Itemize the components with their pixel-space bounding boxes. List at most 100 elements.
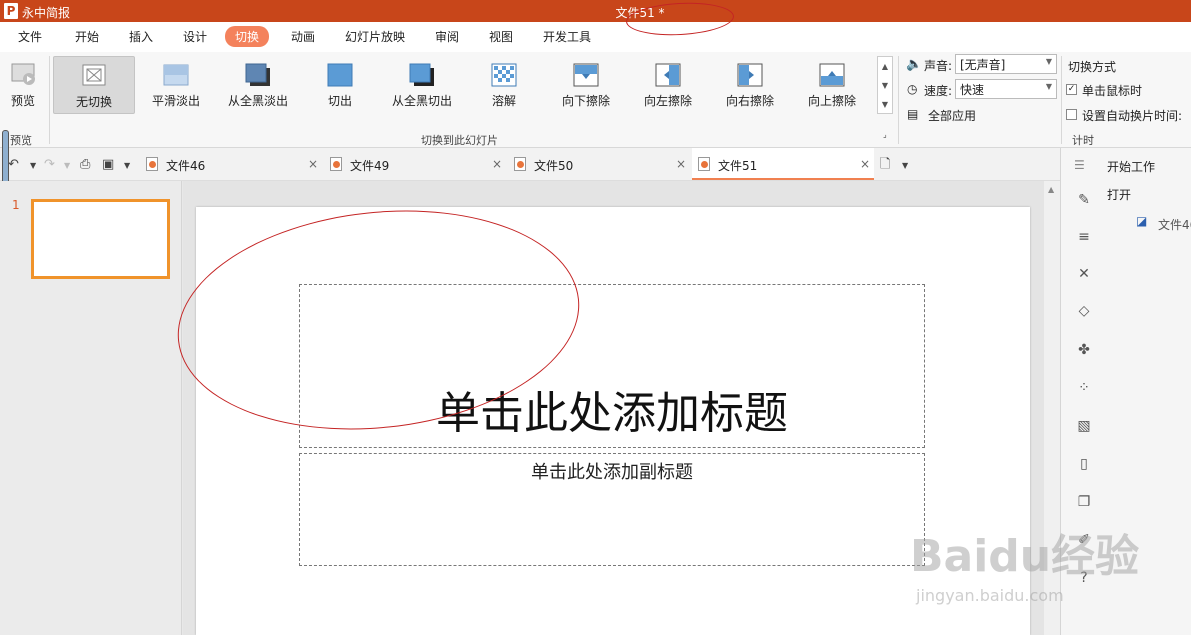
transition-wipe-left-label: 向左擦除	[643, 94, 692, 108]
dissolve-icon	[491, 63, 517, 87]
settings-sliders-icon[interactable]: ≡	[1076, 229, 1092, 245]
on-click-checkbox[interactable]: ✓	[1066, 84, 1077, 95]
subtitle-placeholder[interactable]: 单击此处添加副标题	[299, 453, 925, 566]
copy-icon[interactable]: ❐	[1076, 494, 1092, 510]
transition-cut-black-label: 从全黑切出	[391, 94, 452, 108]
ribbon-divider	[898, 56, 899, 144]
new-document-dropdown-icon[interactable]: ▼	[902, 161, 908, 170]
recent-file-item[interactable]: 文件46	[1158, 216, 1191, 233]
speed-select[interactable]: 快速 ▼	[955, 79, 1057, 99]
print-preview-icon[interactable]: ⎙	[80, 157, 90, 172]
gallery-scroll[interactable]: ▲ ▼ ▼	[877, 56, 893, 114]
pinwheel-icon[interactable]: ✤	[1076, 342, 1092, 358]
transition-cut[interactable]: 切出	[310, 56, 370, 114]
menu-home[interactable]: 开始	[75, 28, 99, 45]
watermark: Baidu经验 jingyan.baidu.com	[910, 520, 1150, 610]
clipboard-icon[interactable]: ▯	[1076, 456, 1092, 472]
gallery-more-icon[interactable]: ▼	[878, 95, 892, 114]
chevron-down-icon: ▼	[1045, 57, 1052, 66]
fill-bucket-icon[interactable]: ◇	[1076, 303, 1092, 319]
wipe-down-icon	[573, 63, 599, 87]
presentation-file-icon	[330, 157, 342, 171]
wipe-right-icon	[737, 63, 763, 87]
scroll-up-icon[interactable]: ▲	[1048, 185, 1054, 194]
fade-black-icon	[245, 63, 270, 86]
tab-file50[interactable]: 文件50 ×	[508, 148, 690, 180]
menu-developer[interactable]: 开发工具	[543, 28, 591, 45]
ribbon: 预览 预览 无切换 平滑淡出 从全黑淡出 切出 从全黑切出 溶解 向下擦除 向左…	[0, 52, 1191, 148]
transition-fade-black[interactable]: 从全黑淡出	[221, 56, 295, 114]
transition-none[interactable]: 无切换	[53, 56, 135, 114]
slide-number: 1	[12, 198, 20, 212]
preview-label: 预览	[10, 94, 35, 108]
auto-advance-checkbox[interactable]	[1066, 109, 1077, 120]
tools-icon[interactable]: ✕	[1076, 266, 1092, 282]
menu-slideshow[interactable]: 幻灯片放映	[345, 28, 405, 45]
customize-toolbar-icon[interactable]: ▼	[124, 161, 130, 170]
app-logo-icon: P	[4, 3, 18, 19]
tab-file51[interactable]: 文件51 ×	[692, 148, 874, 180]
watermark-url: jingyan.baidu.com	[916, 586, 1064, 605]
transition-none-label: 无切换	[75, 95, 112, 109]
transition-fade-smooth-label: 平滑淡出	[151, 94, 200, 108]
sound-label: 声音:	[924, 59, 953, 73]
undo-icon[interactable]: ↶	[8, 157, 19, 172]
advance-title: 切换方式	[1068, 60, 1117, 74]
transition-wipe-right[interactable]: 向右擦除	[720, 56, 780, 114]
document-icon: ◪	[1136, 214, 1148, 228]
open-label[interactable]: 打开	[1107, 186, 1131, 203]
speed-label: 速度:	[924, 84, 953, 98]
image-icon[interactable]: ▧	[1076, 418, 1092, 434]
transition-dissolve-label: 溶解	[491, 94, 516, 108]
menu-animations[interactable]: 动画	[291, 28, 315, 45]
auto-advance-label: 设置自动换片时间:	[1082, 109, 1183, 123]
subtitle-placeholder-text: 单击此处添加副标题	[531, 462, 693, 483]
redo-dropdown-icon[interactable]: ▼	[64, 161, 70, 170]
watermark-logo: Baidu经验	[910, 531, 1140, 582]
menu-transitions[interactable]: 切换	[225, 26, 270, 47]
menu-review[interactable]: 审阅	[435, 28, 459, 45]
undo-dropdown-icon[interactable]: ▼	[30, 161, 36, 170]
document-tab-bar: ↶ ▼ ↷ ▼ ⎙ ▣ ▼ 文件46 × 文件49 × 文件50 × 文件51 …	[0, 148, 1060, 181]
preview-button[interactable]: 预览	[4, 56, 42, 114]
sound-select[interactable]: [无声音] ▼	[955, 54, 1057, 74]
wipe-up-icon	[819, 63, 845, 87]
side-handle[interactable]	[2, 130, 9, 186]
gallery-up-icon[interactable]: ▲	[878, 57, 892, 76]
close-icon[interactable]: ×	[492, 157, 502, 171]
group-launcher-icon[interactable]: ⌟	[883, 130, 887, 139]
close-icon[interactable]: ×	[308, 157, 318, 171]
tab-file49[interactable]: 文件49 ×	[324, 148, 506, 180]
new-document-icon[interactable]: 🗋	[880, 155, 890, 177]
menu-insert[interactable]: 插入	[129, 28, 153, 45]
chevron-down-icon: ▼	[1045, 82, 1052, 91]
menu-design[interactable]: 设计	[183, 28, 207, 45]
tab-file46[interactable]: 文件46 ×	[140, 148, 322, 180]
transition-cut-black[interactable]: 从全黑切出	[386, 56, 458, 114]
menu-view[interactable]: 视图	[489, 28, 513, 45]
apply-all-button[interactable]: 全部应用	[928, 107, 976, 124]
transition-wipe-left[interactable]: 向左擦除	[638, 56, 698, 114]
speed-value: 快速	[960, 83, 985, 97]
transition-wipe-down[interactable]: 向下擦除	[556, 56, 616, 114]
menu-file[interactable]: 文件	[18, 28, 42, 45]
close-icon[interactable]: ×	[676, 157, 686, 171]
transition-dissolve[interactable]: 溶解	[474, 56, 534, 114]
shapes-grid-icon[interactable]: ⁘	[1076, 380, 1092, 396]
pencil-icon[interactable]: ✎	[1076, 192, 1092, 208]
panel-menu-icon[interactable]: ☰	[1074, 158, 1085, 172]
transition-fade-smooth[interactable]: 平滑淡出	[138, 56, 214, 114]
presentation-file-icon	[146, 157, 158, 171]
transition-wipe-up[interactable]: 向上擦除	[802, 56, 862, 114]
slide-thumbnail[interactable]	[31, 199, 170, 279]
redo-icon[interactable]: ↷	[44, 157, 55, 172]
close-icon[interactable]: ×	[860, 157, 870, 171]
timing-group-label: 计时	[1072, 134, 1094, 147]
preview-icon	[11, 63, 35, 85]
gallery-down-icon[interactable]: ▼	[878, 76, 892, 95]
clock-icon: ◷	[907, 82, 918, 96]
wipe-left-icon	[655, 63, 681, 87]
sound-icon: 🔈	[906, 57, 923, 72]
save-icon[interactable]: ▣	[102, 157, 114, 172]
ribbon-divider	[49, 56, 50, 144]
